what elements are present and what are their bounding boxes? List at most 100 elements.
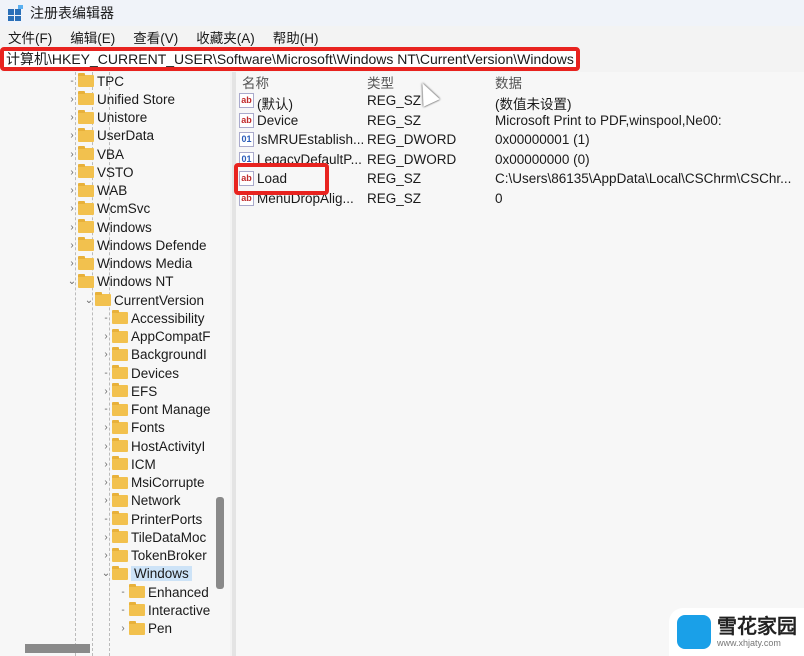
tree-node[interactable]: › WcmSvc: [66, 200, 150, 218]
menu-item[interactable]: 文件(F): [8, 27, 52, 47]
folder-icon: [129, 584, 145, 598]
chevron-right-icon[interactable]: ›: [66, 240, 78, 251]
tree-node-label: TileDataMoc: [131, 529, 207, 545]
tree-node[interactable]: › TileDataMoc: [100, 528, 206, 546]
chevron-right-icon[interactable]: ›: [100, 532, 112, 543]
tree-node[interactable]: - Interactive: [117, 601, 210, 619]
tree-node-label: BackgroundI: [131, 347, 207, 363]
folder-icon: [112, 456, 128, 471]
tree-node[interactable]: › Windows: [66, 218, 152, 236]
menu-item[interactable]: 编辑(E): [70, 27, 115, 47]
value-row[interactable]: 01 IsMRUEstablish... REG_DWORD 0x00000001 (…: [236, 131, 804, 150]
menu-item[interactable]: 查看(V): [133, 27, 178, 47]
tree-node[interactable]: › Windows Media: [66, 255, 192, 273]
tree-node-label: PrinterPorts: [131, 511, 203, 527]
tree-node-label: Pen: [148, 621, 173, 636]
tree-node-label: AppCompatF: [131, 329, 211, 344]
chevron-right-icon[interactable]: ›: [100, 477, 112, 488]
tree-node[interactable]: › MsiCorrupte: [100, 474, 205, 492]
tree-node[interactable]: › Windows Defende: [66, 236, 207, 254]
column-header-type[interactable]: 类型: [367, 72, 394, 91]
tree-node[interactable]: › Pen: [117, 620, 172, 638]
tree-connector: -: [104, 367, 108, 379]
value-name: (默认): [257, 97, 293, 112]
tree-node[interactable]: › BackgroundI: [100, 346, 207, 364]
tree-node[interactable]: › AppCompatF: [100, 328, 211, 346]
tree-node[interactable]: › VBA: [66, 145, 124, 163]
tree-node-label: Windows: [131, 566, 192, 582]
tree-node[interactable]: - PrinterPorts: [100, 510, 202, 528]
tree-node[interactable]: › UserData: [66, 127, 154, 145]
tree-horizontal-scrollbar[interactable]: [25, 644, 90, 653]
folder-icon: [78, 73, 94, 87]
tree-node[interactable]: › WAB: [66, 182, 127, 200]
address-bar[interactable]: 计算机\HKEY_CURRENT_USER\Software\Microsoft…: [0, 47, 580, 71]
chevron-right-icon[interactable]: ›: [100, 349, 112, 360]
menu-item[interactable]: 帮助(H): [273, 27, 319, 47]
highlight-box: [234, 163, 329, 195]
tree-node[interactable]: › HostActivityI: [100, 437, 205, 455]
chevron-down-icon[interactable]: ⌄: [66, 276, 78, 287]
value-row[interactable]: ab Device REG_SZ Microsoft Print to PDF,win…: [236, 112, 804, 131]
chevron-right-icon[interactable]: ›: [100, 441, 112, 452]
tree-node[interactable]: › Unistore: [66, 109, 147, 127]
chevron-right-icon[interactable]: ›: [66, 167, 78, 178]
chevron-right-icon[interactable]: ›: [100, 550, 112, 561]
tree-node[interactable]: - Accessibility: [100, 309, 205, 327]
chevron-right-icon[interactable]: ›: [117, 623, 129, 634]
menu-bar: 文件(F) 编辑(E) 查看(V) 收藏夹(A) 帮助(H): [0, 27, 319, 47]
tree-node[interactable]: › Fonts: [100, 419, 165, 437]
folder-icon: [112, 438, 128, 452]
tree-node[interactable]: › VSTO: [66, 163, 134, 181]
value-type: REG_SZ: [367, 190, 422, 206]
folder-icon: [78, 273, 94, 288]
chevron-right-icon[interactable]: ›: [66, 130, 78, 141]
column-header-data[interactable]: 数据: [495, 72, 522, 91]
menu-item[interactable]: 收藏夹(A): [196, 27, 255, 47]
chevron-right-icon[interactable]: ›: [100, 459, 112, 470]
chevron-right-icon[interactable]: ›: [100, 422, 112, 433]
folder-icon: [112, 511, 128, 525]
tree-node[interactable]: › ICM: [100, 455, 156, 473]
folder-icon: [112, 401, 128, 416]
tree-node[interactable]: › TokenBroker: [100, 547, 207, 565]
tree-node[interactable]: - Font Manage: [100, 401, 211, 419]
chevron-right-icon[interactable]: ›: [100, 331, 112, 342]
chevron-right-icon[interactable]: ›: [66, 112, 78, 123]
chevron-right-icon[interactable]: ›: [66, 94, 78, 105]
value-row[interactable]: ab (默认) REG_SZ (数值未设置): [236, 92, 804, 112]
tree-node-label: Unified Store: [97, 91, 176, 107]
value-type: REG_SZ: [367, 171, 422, 186]
tree-node[interactable]: ⌄ Windows: [100, 565, 192, 583]
tree-node-label: Devices: [131, 365, 180, 381]
chevron-right-icon[interactable]: ›: [100, 495, 112, 506]
chevron-down-icon[interactable]: ⌄: [100, 568, 112, 579]
chevron-right-icon[interactable]: ›: [66, 203, 78, 214]
registry-tree[interactable]: - TPC › Unified Store › Unistore › UserData › VBA…: [0, 72, 230, 656]
tree-node-label: Unistore: [97, 110, 148, 125]
tree-node[interactable]: › Unified Store: [66, 90, 175, 108]
value-data: C:\Users\86135\AppData\Local\CSChrm\CSCh…: [495, 171, 792, 186]
chevron-right-icon[interactable]: ›: [100, 386, 112, 397]
chevron-right-icon[interactable]: ›: [66, 222, 78, 233]
column-header-name[interactable]: 名称: [242, 72, 269, 91]
tree-node-label: VSTO: [97, 164, 134, 180]
tree-node[interactable]: - Devices: [100, 364, 179, 382]
tree-node[interactable]: ⌄ Windows NT: [66, 273, 174, 291]
chevron-down-icon[interactable]: ⌄: [83, 295, 95, 306]
watermark: 雪花家园 www.xhjaty.com: [669, 608, 804, 656]
chevron-right-icon[interactable]: ›: [66, 185, 78, 196]
tree-node[interactable]: › Network: [100, 492, 181, 510]
chevron-right-icon[interactable]: ›: [66, 149, 78, 160]
tree-node[interactable]: ⌄ CurrentVersion: [83, 291, 204, 309]
folder-icon: [78, 146, 94, 160]
tree-node-label: UserData: [97, 128, 155, 144]
tree-node[interactable]: › EFS: [100, 382, 157, 400]
chevron-right-icon[interactable]: ›: [66, 258, 78, 269]
tree-vertical-scrollbar[interactable]: [216, 497, 224, 589]
tree-node[interactable]: - TPC: [66, 72, 124, 90]
tree-node[interactable]: - Enhanced: [117, 583, 209, 601]
folder-icon: [112, 419, 128, 434]
tree-node-label: Enhanced: [148, 584, 209, 600]
value-type: REG_DWORD: [367, 151, 457, 167]
